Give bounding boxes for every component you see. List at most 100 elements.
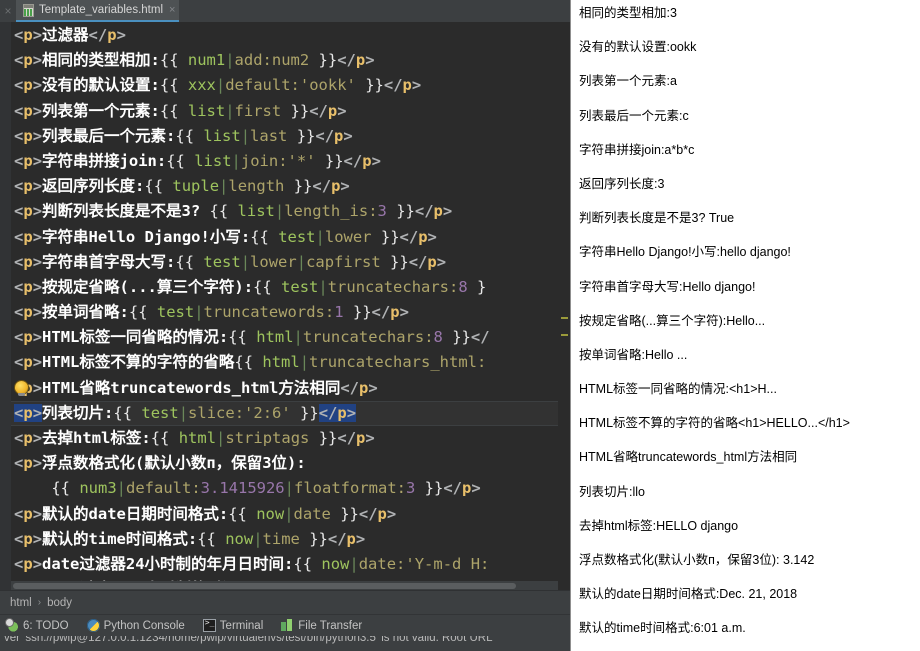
code-token: </: [371, 303, 391, 322]
code-token: }}: [371, 227, 400, 246]
code-token: }: [467, 277, 487, 296]
code-line[interactable]: <p>没有的默认设置:{{ xxx|default:'ookk' }}</p>: [11, 73, 558, 98]
code-token: p: [23, 403, 33, 422]
code-line[interactable]: <p>HTML标签不算的字符的省略{{ html|truncatechars_h…: [11, 350, 558, 375]
html-file-icon: [22, 3, 35, 17]
scrollbar-thumb[interactable]: [13, 583, 517, 589]
breadcrumb-item-body[interactable]: body: [47, 597, 72, 609]
code-line[interactable]: <p>HTML省略truncatewords_html方法相同</p>: [11, 376, 558, 401]
tool-window-todo[interactable]: 6: TODO: [6, 619, 69, 632]
code-line[interactable]: <p>默认的date日期时间格式:{{ now|date }}</p>: [11, 502, 558, 527]
code-line[interactable]: <p>date过滤器24小时制的年月日时间:{{ now|date:'Y-m-d…: [11, 552, 558, 577]
preview-line-text: HTML省略truncatewords_html方法相同: [579, 450, 798, 465]
code-token: </: [470, 328, 490, 347]
code-token: 字符串Hello Django!小写:: [42, 227, 251, 246]
code-token: html: [262, 353, 300, 372]
preview-line-text: 没有的默认设置:ookk: [579, 40, 697, 55]
code-token: {{: [159, 101, 188, 120]
code-token: truncatewords:: [203, 303, 335, 322]
editor-vertical-scrollbar[interactable]: [558, 22, 570, 590]
code-token: {{: [128, 303, 157, 322]
code-line[interactable]: <p>过滤器</p>: [11, 23, 558, 48]
editor-tab-template-variables[interactable]: Template_variables.html ×: [16, 0, 180, 22]
code-token: >: [32, 353, 43, 372]
code-token: >: [32, 529, 43, 548]
code-line[interactable]: <p>字符串拼接join:{{ list|join:'*' }}</p>: [11, 149, 558, 174]
code-token: |: [240, 252, 251, 271]
breadcrumb-item-html[interactable]: html: [10, 597, 32, 609]
code-line[interactable]: {{ num3|default:3.1415926|floatformat:3 …: [11, 476, 558, 501]
preview-line: HTML标签一同省略的情况:<h1>H...: [579, 382, 912, 397]
code-token: p: [23, 76, 33, 95]
code-token: <: [14, 303, 24, 322]
code-token: >: [32, 101, 43, 120]
tab-bar-close-icon[interactable]: ×: [0, 0, 16, 22]
code-line[interactable]: <p>列表切片:{{ test|slice:'2:6' }}</p>: [11, 400, 558, 426]
scrollbar-marker: [561, 317, 568, 320]
code-token: p: [23, 202, 33, 221]
close-icon[interactable]: ×: [167, 4, 175, 16]
code-token: 1: [334, 303, 344, 322]
lightbulb-icon[interactable]: [15, 380, 28, 396]
code-token: {{: [159, 51, 188, 70]
code-token: </: [340, 378, 360, 397]
code-line[interactable]: <p>按单词省略:{{ test|truncatewords:1 }}</p>: [11, 300, 558, 325]
code-token: p: [427, 252, 437, 271]
breadcrumb[interactable]: html › body: [0, 590, 570, 614]
code-line[interactable]: <p>相同的类型相加:{{ num1|add:num2 }}</p>: [11, 48, 558, 73]
code-token: p: [390, 303, 400, 322]
code-line[interactable]: <p>默认的time时间格式:{{ now|time }}</p>: [11, 527, 558, 552]
code-line[interactable]: <p>去掉html标签:{{ html|striptags }}</p>: [11, 426, 558, 451]
code-line[interactable]: <p>判断列表长度是不是3? {{ list|length_is:3 }}</p…: [11, 199, 558, 224]
code-text-area[interactable]: <p>过滤器</p> <p>相同的类型相加:{{ num1|add:num2 }}…: [11, 22, 558, 590]
code-token: {{: [197, 529, 226, 548]
tool-window-terminal[interactable]: Terminal: [202, 618, 263, 632]
code-token: |: [293, 328, 303, 347]
code-token: p: [23, 529, 33, 548]
code-token: {{: [228, 504, 257, 523]
code-token: p: [23, 554, 33, 573]
code-token: >: [32, 51, 43, 70]
code-token: 3.1415926: [200, 479, 285, 498]
preview-line: 去掉html标签:HELLO django: [579, 519, 912, 534]
code-line[interactable]: <p>按规定省略(...算三个字符):{{ test|truncatechars…: [11, 275, 558, 300]
code-token: default:: [126, 479, 201, 498]
code-token: >: [32, 76, 43, 95]
editor-gutter[interactable]: [0, 22, 11, 590]
code-token: >: [32, 252, 43, 271]
preview-line-text: 列表最后一个元素:c: [579, 108, 689, 123]
code-token: truncatechars_html:: [309, 353, 487, 372]
preview-line: 字符串拼接join:a*b*c: [579, 143, 912, 158]
editor-horizontal-scrollbar[interactable]: [11, 581, 558, 590]
code-token: >: [116, 26, 126, 44]
code-token: {{: [209, 202, 238, 221]
code-token: <: [14, 529, 24, 548]
code-token: }}: [355, 76, 384, 95]
code-line[interactable]: <p>浮点数格式化(默认小数п，保留3位):: [11, 451, 558, 476]
code-line[interactable]: <p>字符串首字母大写:{{ test|lower|capfirst }}</p…: [11, 250, 558, 275]
code-line[interactable]: <p>列表第一个元素:{{ list|first }}</p>: [11, 99, 558, 124]
code-token: |: [194, 303, 204, 322]
code-line[interactable]: <p>字符串Hello Django!小写:{{ test|lower }}</…: [11, 225, 558, 250]
preview-line: 按单词省略:Hello ...: [579, 348, 912, 363]
preview-line: 字符串Hello Django!小写:hello django!: [579, 245, 912, 260]
preview-line: 判断列表长度是不是3? True: [579, 211, 912, 226]
code-token: p: [23, 353, 33, 372]
tool-window-python-console[interactable]: Python Console: [86, 619, 185, 632]
code-line[interactable]: <p>HTML标签一同省略的情况:{{ html|truncatechars:8…: [11, 325, 558, 350]
code-token: >: [32, 303, 43, 322]
code-line[interactable]: <p>返回序列长度:{{ tuple|length }}</p>: [11, 174, 558, 199]
code-line[interactable]: <p>列表最后一个元素:{{ list|last }}</p>: [11, 124, 558, 149]
code-token: truncatechars:: [327, 277, 459, 296]
code-token: |: [318, 277, 328, 296]
code-token: {{: [234, 353, 263, 372]
code-token: <: [14, 504, 24, 523]
tool-window-file-transfer[interactable]: File Transfer: [281, 619, 362, 632]
code-token: |: [231, 151, 241, 170]
code-token: p: [337, 403, 347, 422]
rendered-page-content: 相同的类型相加:3 没有的默认设置:ookk 列表第一个元素:a 列表最后一个元素:c…: [571, 0, 920, 651]
code-token: </: [408, 252, 428, 271]
code-token: {{: [228, 328, 257, 347]
code-token: {{: [293, 554, 322, 573]
code-token: <: [14, 328, 24, 347]
